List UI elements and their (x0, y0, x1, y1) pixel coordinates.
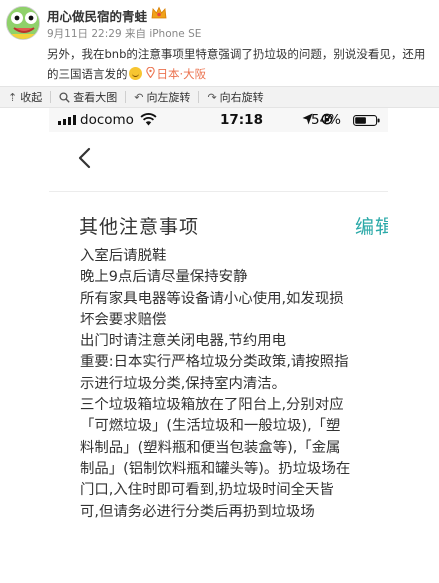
laugh-emoji-icon (128, 67, 142, 80)
phone-screenshot[interactable]: docomo 17:18 54% 其他注意事项 编辑 入室后请脱鞋 晚上9点后请… (49, 108, 388, 583)
username[interactable]: 用心做民宿的青蛙 (47, 6, 147, 25)
battery-icon (353, 115, 380, 126)
magnifier-icon (59, 91, 70, 103)
rotate-right-label: 向右旋转 (219, 91, 264, 104)
signal-bars-icon (58, 115, 76, 125)
frog-avatar-icon (7, 7, 39, 39)
notes-section: 其他注意事项 编辑 入室后请脱鞋 晚上9点后请尽量保持安静 所有家具电器等设备请… (49, 192, 388, 583)
vip-crown-icon[interactable] (151, 6, 167, 20)
rotate-left-label: 向左旋转 (146, 91, 191, 104)
section-title: 其他注意事项 (79, 216, 200, 238)
battery-percent: 54% (311, 112, 342, 128)
collapse-label: 收起 (20, 91, 43, 104)
back-chevron-icon[interactable] (77, 147, 93, 169)
nav-bar (49, 132, 388, 192)
note-item: 晚上9点后请尽量保持安静 (80, 269, 248, 286)
rotate-left-button[interactable]: ↶ 向左旋转 (126, 89, 198, 105)
status-time: 17:18 (220, 112, 263, 128)
note-item: 重要:日本实行严格垃圾分类政策,请按照指示进行垃圾分类,保持室内清洁。 (80, 354, 349, 392)
notes-list: 入室后请脱鞋 晚上9点后请尽量保持安静 所有家具电器等设备请小心使用,如发现损坏… (80, 246, 352, 523)
post-body: 另外，我在bnb的注意事项里特意强调了扔垃圾的问题，别说没看见，还用的三国语言发… (47, 47, 426, 81)
collapse-icon: ⇡ (8, 90, 18, 104)
note-item: 出门时请注意关闭电器,节约用电 (80, 333, 287, 350)
status-bar: docomo 17:18 54% (49, 108, 388, 132)
note-item: 入室后请脱鞋 (80, 248, 167, 264)
wifi-icon (140, 113, 157, 126)
collapse-button[interactable]: ⇡ 收起 (0, 89, 50, 105)
location-text: 日本·大阪 (156, 67, 207, 81)
view-large-label: 查看大图 (73, 91, 118, 104)
note-item: 所有家具电器等设备请小心使用,如发现损坏会要求赔偿 (80, 290, 344, 328)
rotate-left-icon: ↶ (134, 90, 144, 104)
rotate-right-button[interactable]: ↷ 向右旋转 (199, 89, 271, 105)
view-large-button[interactable]: 查看大图 (51, 89, 125, 105)
carrier-name: docomo (80, 112, 134, 128)
rotate-right-icon: ↷ (207, 90, 217, 104)
location-pin-icon (145, 67, 155, 78)
image-toolbar: ⇡ 收起 查看大图 ↶ 向左旋转 ↷ 向右旋转 (0, 86, 439, 108)
post-text: 另外，我在bnb的注意事项里特意强调了扔垃圾的问题，别说没看见，还用的三国语言发… (47, 44, 432, 84)
avatar[interactable] (6, 6, 40, 40)
post-meta: 9月11日 22:29 来自 iPhone SE (47, 28, 202, 40)
edit-button[interactable]: 编辑 (355, 212, 388, 239)
location-link[interactable]: 日本·大阪 (145, 67, 207, 81)
post-header: 用心做民宿的青蛙 9月11日 22:29 来自 iPhone SE 另外，我在b… (0, 0, 439, 86)
note-item: 三个垃圾箱垃圾箱放在了阳台上,分别对应「可燃垃圾」(生活垃圾和一般垃圾),「塑料… (80, 397, 351, 520)
